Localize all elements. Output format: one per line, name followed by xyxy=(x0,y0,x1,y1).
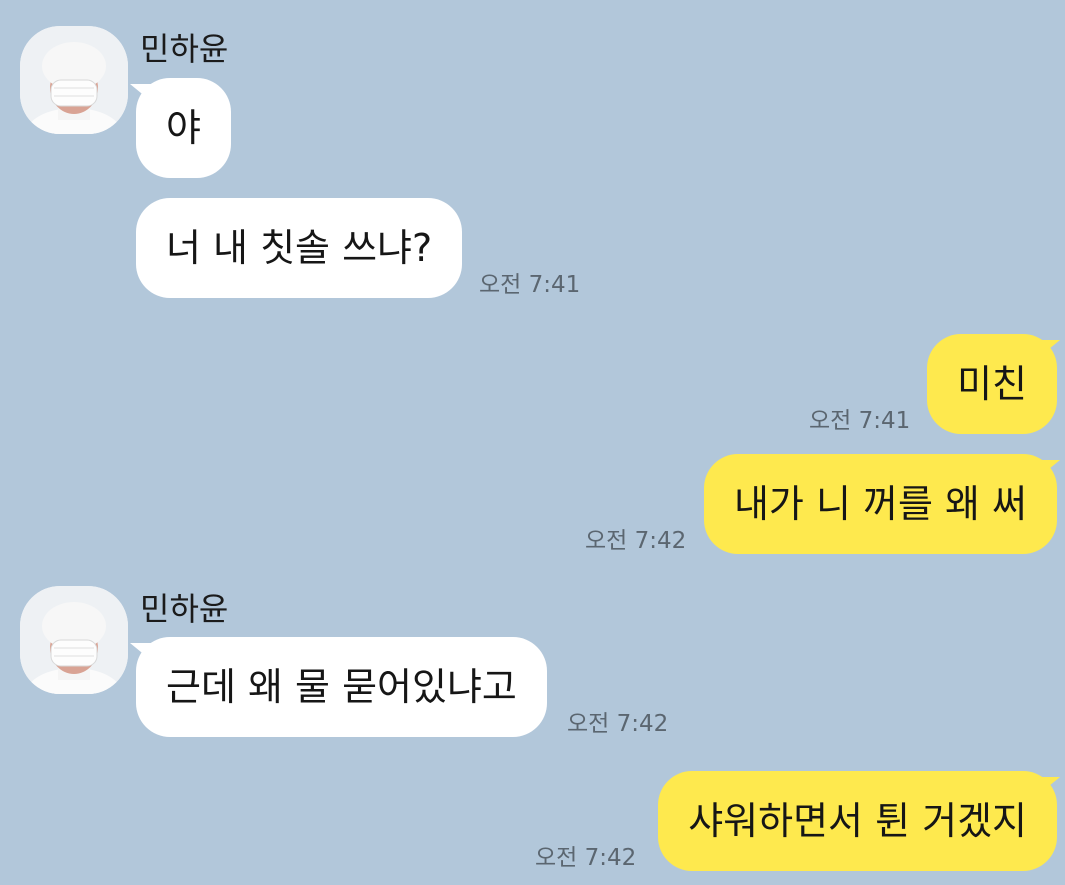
message-bubble[interactable]: 야 xyxy=(136,78,231,178)
avatar-photo-icon xyxy=(20,26,128,134)
message-timestamp: 오전 7:41 xyxy=(479,272,581,298)
message-bubble[interactable]: 근데 왜 물 묻어있냐고 xyxy=(136,637,547,737)
sender-name: 민하윤 xyxy=(140,590,229,628)
sender-name: 민하윤 xyxy=(140,30,229,68)
sender-avatar[interactable] xyxy=(20,586,128,694)
message-timestamp: 오전 7:42 xyxy=(535,845,637,871)
message-timestamp: 오전 7:42 xyxy=(585,528,687,554)
message-bubble[interactable]: 너 내 칫솔 쓰냐? xyxy=(136,198,463,298)
message-bubble[interactable]: 내가 니 꺼를 왜 써 xyxy=(703,454,1057,554)
message-bubble[interactable]: 샤워하면서 튄 거겠지 xyxy=(658,771,1057,871)
message-timestamp: 오전 7:41 xyxy=(809,408,911,434)
message-timestamp: 오전 7:42 xyxy=(567,711,669,737)
sender-avatar[interactable] xyxy=(20,26,128,134)
chat-area: 민하윤 야 너 내 칫솔 쓰냐? 오전 7:41 미친 오전 7:41 내가 니… xyxy=(0,0,1065,885)
avatar-photo-icon xyxy=(20,586,128,694)
message-bubble[interactable]: 미친 xyxy=(927,334,1057,434)
